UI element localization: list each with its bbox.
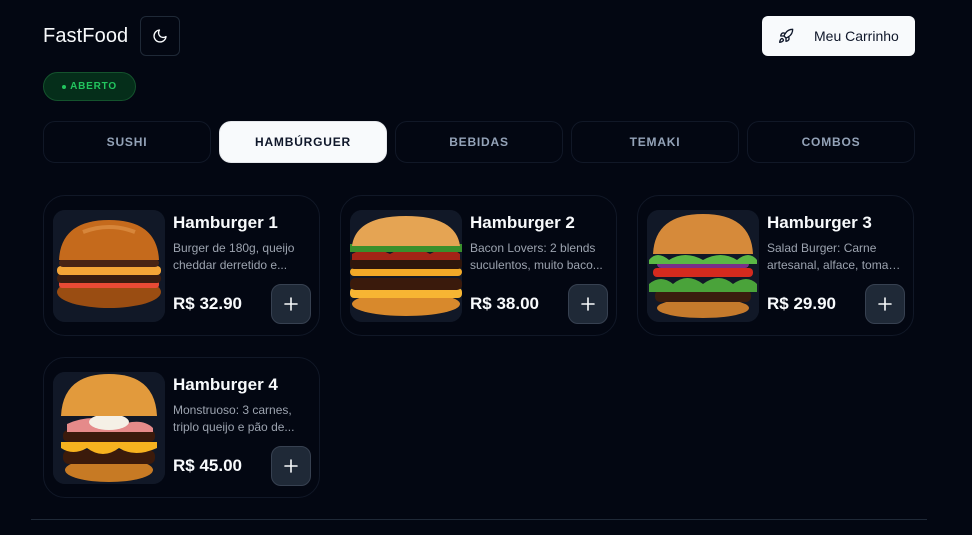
plus-icon — [581, 297, 595, 311]
footer-divider — [31, 519, 927, 520]
status-badge: ABERTO — [43, 72, 136, 101]
product-name: Hamburger 4 — [173, 375, 278, 394]
product-price: R$ 38.00 — [470, 294, 539, 313]
category-tabs: SUSHI HAMBÚRGUER BEBIDAS TEMAKI COMBOS — [43, 121, 915, 163]
product-image — [53, 372, 165, 484]
add-to-cart-button[interactable] — [568, 284, 608, 324]
product-description: Bacon Lovers: 2 blends suculentos, muito… — [470, 240, 604, 274]
status-dot-icon — [62, 84, 67, 89]
plus-icon — [878, 297, 892, 311]
tab-temaki[interactable]: TEMAKI — [571, 121, 739, 163]
product-name: Hamburger 1 — [173, 213, 278, 232]
tab-hamburguer[interactable]: HAMBÚRGUER — [219, 121, 387, 163]
theme-toggle-button[interactable] — [140, 16, 181, 56]
add-to-cart-button[interactable] — [865, 284, 905, 324]
plus-icon — [284, 297, 298, 311]
product-price: R$ 29.90 — [767, 294, 836, 313]
header: FastFood Meu Carrinho — [43, 16, 915, 56]
product-description-line: triplo queijo e pão de... — [173, 420, 295, 434]
product-description-line: cheddar derretido e... — [173, 258, 288, 272]
plus-icon — [284, 459, 298, 473]
product-card[interactable]: Hamburger 1 Burger de 180g, queijo chedd… — [43, 195, 320, 336]
add-to-cart-button[interactable] — [271, 284, 311, 324]
product-price: R$ 32.90 — [173, 294, 242, 313]
cart-button[interactable]: Meu Carrinho — [762, 16, 915, 56]
product-description: Monstruoso: 3 carnes, triplo queijo e pã… — [173, 402, 307, 436]
product-description-line: artesanal, alface, tomat... — [767, 258, 901, 272]
product-name: Hamburger 2 — [470, 213, 575, 232]
page: FastFood Meu Carrinho ABERTO SUSHI HAMBÚ… — [0, 0, 972, 535]
product-description-line: Monstruoso: 3 carnes, — [173, 403, 292, 417]
product-description-line: Burger de 180g, queijo — [173, 241, 295, 255]
add-to-cart-button[interactable] — [271, 446, 311, 486]
product-description: Burger de 180g, queijo cheddar derretido… — [173, 240, 307, 274]
tab-sushi[interactable]: SUSHI — [43, 121, 211, 163]
product-description-line: suculentos, muito baco... — [470, 258, 603, 272]
product-description-line: Bacon Lovers: 2 blends — [470, 241, 596, 255]
brand: FastFood — [43, 16, 181, 56]
product-image — [647, 210, 759, 322]
product-description-line: Salad Burger: Carne — [767, 241, 877, 255]
product-image — [53, 210, 165, 322]
rocket-icon — [779, 28, 794, 43]
product-name: Hamburger 3 — [767, 213, 872, 232]
product-grid: Hamburger 1 Burger de 180g, queijo chedd… — [43, 195, 915, 498]
moon-icon — [153, 29, 167, 43]
product-price: R$ 45.00 — [173, 456, 242, 475]
product-description: Salad Burger: Carne artesanal, alface, t… — [767, 240, 901, 274]
product-card[interactable]: Hamburger 4 Monstruoso: 3 carnes, triplo… — [43, 357, 320, 498]
app-title: FastFood — [43, 24, 129, 47]
product-card[interactable]: Hamburger 3 Salad Burger: Carne artesana… — [637, 195, 914, 336]
tab-combos[interactable]: COMBOS — [747, 121, 915, 163]
product-image — [350, 210, 462, 322]
product-card[interactable]: Hamburger 2 Bacon Lovers: 2 blends sucul… — [340, 195, 617, 336]
tab-bebidas[interactable]: BEBIDAS — [395, 121, 563, 163]
status-label: ABERTO — [70, 81, 117, 92]
cart-button-label: Meu Carrinho — [814, 28, 899, 44]
